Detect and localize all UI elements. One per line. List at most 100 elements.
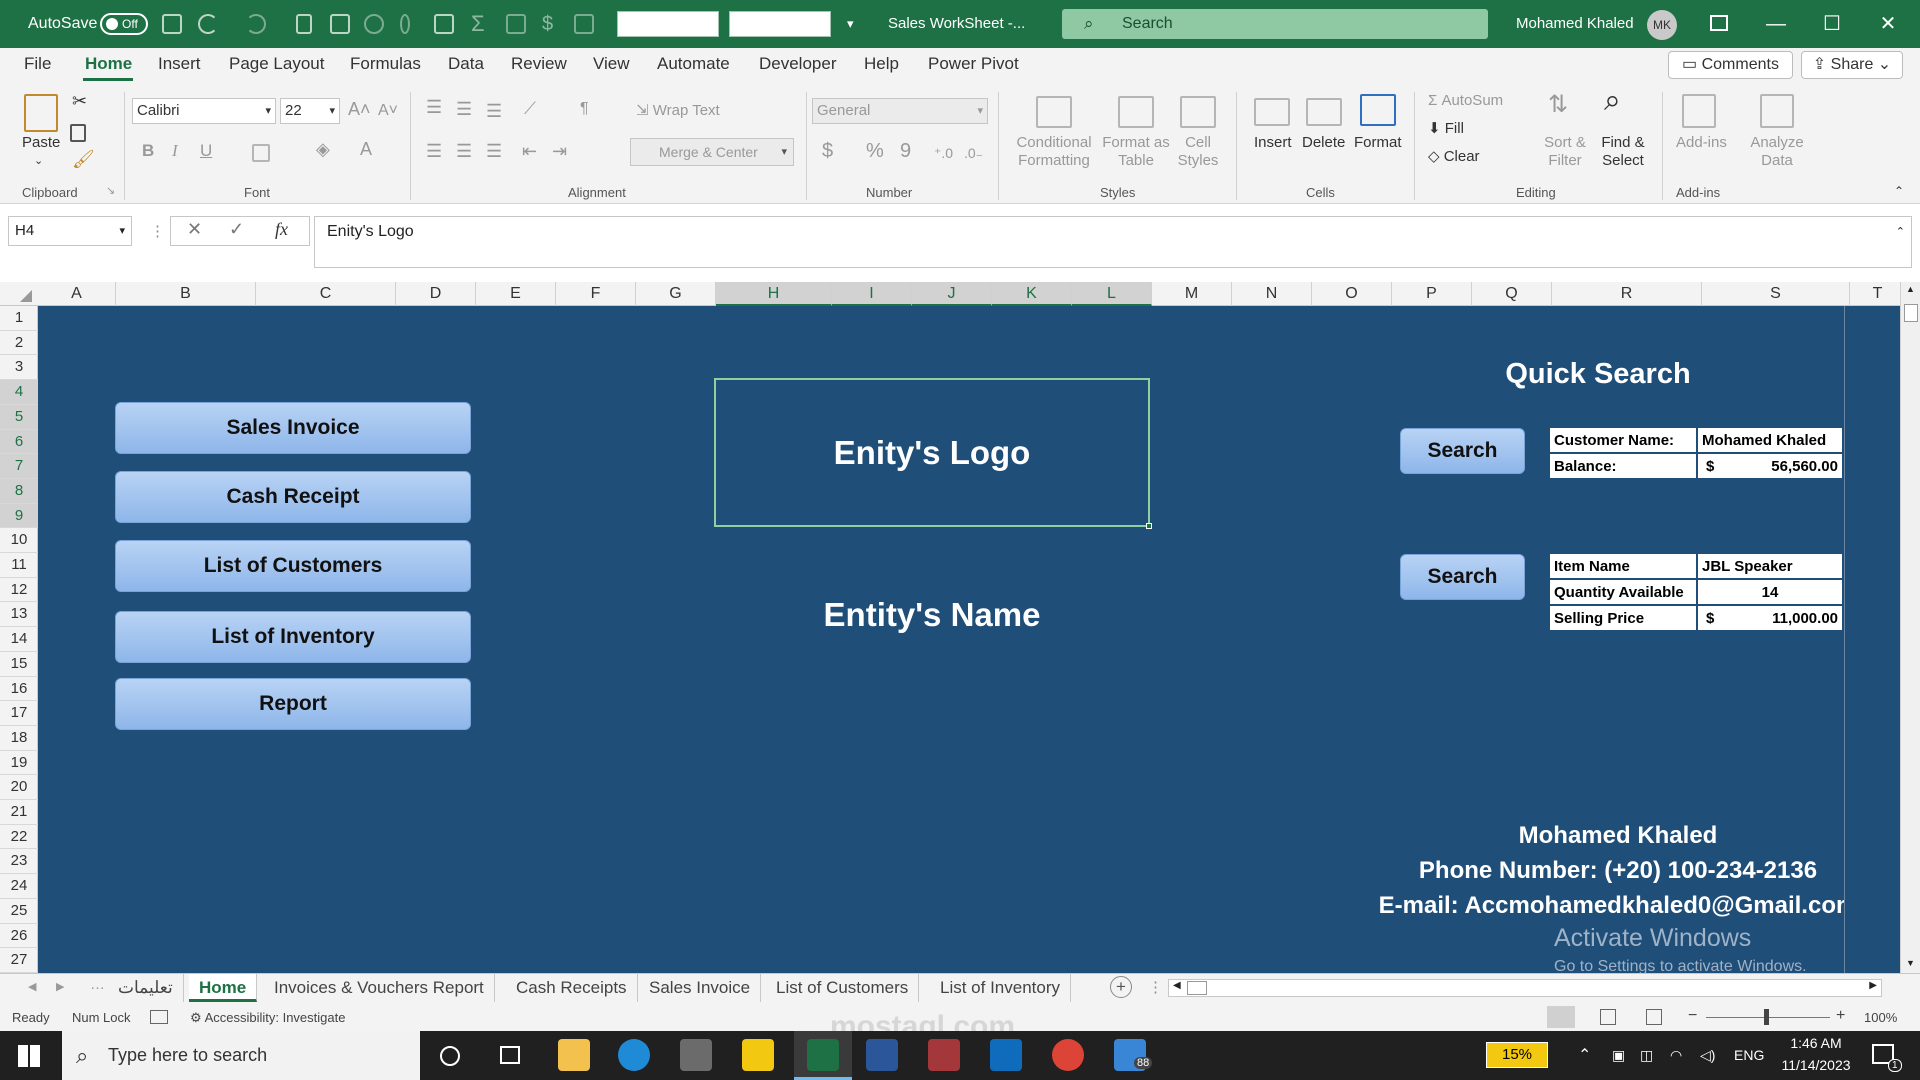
new-file-icon[interactable] bbox=[296, 14, 312, 34]
customer-search-button[interactable]: Search bbox=[1400, 428, 1525, 474]
format-as-table-icon[interactable] bbox=[1118, 96, 1154, 128]
column-header[interactable]: A bbox=[38, 282, 116, 306]
delete-button[interactable]: Delete bbox=[1302, 134, 1345, 152]
horizontal-scrollbar[interactable]: ◀ ▶ bbox=[1168, 979, 1882, 997]
scroll-up-icon[interactable]: ▲ bbox=[1906, 284, 1915, 294]
menu-automate[interactable]: Automate bbox=[657, 54, 730, 74]
column-header[interactable]: Q bbox=[1472, 282, 1552, 306]
row-header[interactable]: 14 bbox=[0, 627, 38, 652]
chevron-down-icon[interactable]: ⌄ bbox=[34, 152, 43, 170]
task-view-icon[interactable] bbox=[500, 1046, 520, 1064]
conditional-formatting-button[interactable]: Conditional Formatting bbox=[1012, 134, 1096, 170]
row-header[interactable]: 16 bbox=[0, 677, 38, 702]
column-header[interactable]: T bbox=[1850, 282, 1906, 306]
sort-filter-icon[interactable]: ⇅ bbox=[1548, 93, 1568, 117]
column-header[interactable]: M bbox=[1152, 282, 1232, 306]
edit-icon[interactable] bbox=[330, 14, 350, 34]
drag-handle-icon[interactable]: ⋮ bbox=[150, 222, 165, 240]
sort-filter-button[interactable]: Sort & Filter bbox=[1540, 134, 1590, 170]
zoom-in-icon[interactable]: + bbox=[1836, 1007, 1845, 1025]
chrome-icon[interactable] bbox=[1052, 1039, 1084, 1071]
qat-box-2[interactable] bbox=[729, 11, 831, 37]
tab-instructions[interactable]: تعليمات bbox=[108, 974, 184, 1002]
autosave-toggle[interactable]: Off bbox=[100, 13, 148, 35]
row-header[interactable]: 25 bbox=[0, 899, 38, 924]
entity-logo-placeholder[interactable]: Enity's Logo bbox=[714, 378, 1150, 527]
column-header[interactable]: G bbox=[636, 282, 716, 306]
list-of-inventory-button[interactable]: List of Inventory bbox=[115, 611, 471, 663]
cut-icon[interactable]: ✂ bbox=[72, 92, 87, 110]
row-header[interactable]: 5 bbox=[0, 404, 38, 430]
scroll-thumb[interactable] bbox=[1904, 304, 1918, 322]
edge-icon[interactable] bbox=[618, 1039, 650, 1071]
row-header[interactable]: 8 bbox=[0, 478, 38, 504]
prev-sheet-icon[interactable]: ◀ bbox=[28, 980, 36, 993]
share-button[interactable]: ⇪ Share ⌄ bbox=[1801, 51, 1903, 79]
tab-sales-invoice[interactable]: Sales Invoice bbox=[639, 974, 762, 1002]
paste-label[interactable]: Paste bbox=[22, 134, 60, 152]
row-header[interactable]: 2 bbox=[0, 331, 38, 356]
tab-list-of-customers[interactable]: List of Customers bbox=[766, 974, 920, 1002]
vertical-scrollbar[interactable]: ▲ ▼ bbox=[1900, 282, 1920, 973]
save-icon[interactable] bbox=[162, 14, 182, 34]
column-header[interactable]: C bbox=[256, 282, 396, 306]
row-header[interactable]: 18 bbox=[0, 726, 38, 751]
sales-invoice-button[interactable]: Sales Invoice bbox=[115, 402, 471, 454]
menu-power-pivot[interactable]: Power Pivot bbox=[928, 54, 1019, 74]
column-header[interactable]: I bbox=[832, 282, 912, 306]
bold-button[interactable]: B bbox=[142, 142, 154, 160]
column-header[interactable]: P bbox=[1392, 282, 1472, 306]
row-header[interactable]: 6 bbox=[0, 429, 38, 455]
row-header[interactable]: 19 bbox=[0, 751, 38, 776]
shrink-font-icon[interactable]: A˅ bbox=[378, 102, 398, 120]
row-header[interactable]: 17 bbox=[0, 701, 38, 726]
grow-font-icon[interactable]: A˄ bbox=[348, 100, 371, 118]
column-header[interactable]: E bbox=[476, 282, 556, 306]
page-layout-view-icon[interactable] bbox=[1600, 1009, 1616, 1025]
record-icon[interactable] bbox=[364, 14, 384, 34]
italic-button[interactable]: I bbox=[172, 142, 178, 160]
column-header[interactable]: R bbox=[1552, 282, 1702, 306]
align-center-icon[interactable]: ☰ bbox=[456, 142, 472, 160]
row-header[interactable]: 22 bbox=[0, 825, 38, 850]
network-icon[interactable]: ◫ bbox=[1640, 1031, 1653, 1080]
fill-handle[interactable] bbox=[1146, 523, 1152, 529]
fill-button[interactable]: ⬇ Fill bbox=[1428, 120, 1464, 138]
file-explorer-icon[interactable] bbox=[558, 1039, 590, 1071]
menu-page-layout[interactable]: Page Layout bbox=[229, 54, 324, 74]
row-header[interactable]: 20 bbox=[0, 775, 38, 801]
column-header[interactable]: B bbox=[116, 282, 256, 306]
increase-decimal-icon[interactable]: ⁺.0 bbox=[934, 144, 953, 162]
access-icon[interactable] bbox=[928, 1039, 960, 1071]
menu-formulas[interactable]: Formulas bbox=[350, 54, 421, 74]
item-name-value[interactable]: JBL Speaker bbox=[1696, 552, 1844, 580]
row-header[interactable]: 9 bbox=[0, 503, 38, 529]
font-color-icon[interactable]: A bbox=[360, 140, 372, 158]
tab-list-of-inventory[interactable]: List of Inventory bbox=[930, 974, 1072, 1002]
accessibility-status[interactable]: ⚙ Accessibility: Investigate bbox=[190, 1010, 345, 1026]
worksheet[interactable]: Sales Invoice Cash Receipt List of Custo… bbox=[38, 306, 1844, 973]
menu-file[interactable]: File bbox=[24, 54, 51, 74]
increase-indent-icon[interactable]: ⇥ bbox=[552, 142, 567, 160]
find-icon[interactable]: ⌕ bbox=[1604, 86, 1621, 116]
taskbar-search[interactable]: ⌕ Type here to search bbox=[62, 1031, 420, 1080]
format-button[interactable]: Format bbox=[1354, 134, 1402, 152]
delete-cells-icon[interactable] bbox=[1306, 98, 1342, 126]
borders-icon[interactable] bbox=[252, 144, 270, 162]
font-name-dropdown[interactable]: Calibri ▾ bbox=[132, 98, 276, 124]
undo-icon[interactable] bbox=[198, 14, 218, 34]
column-header[interactable]: K bbox=[992, 282, 1072, 306]
row-header[interactable]: 13 bbox=[0, 602, 38, 628]
search-bar[interactable]: ⌕ Search bbox=[1062, 9, 1488, 39]
qat-box-1[interactable] bbox=[617, 11, 719, 37]
percent-icon[interactable]: % bbox=[866, 141, 884, 161]
zoom-slider-thumb[interactable] bbox=[1764, 1009, 1769, 1025]
underline-button[interactable]: U bbox=[200, 142, 212, 160]
windows-start-icon[interactable] bbox=[18, 1045, 40, 1067]
addins-button[interactable]: Add-ins bbox=[1676, 134, 1727, 152]
sheet-icon[interactable] bbox=[574, 14, 594, 34]
font-size-dropdown[interactable]: 22 ▾ bbox=[280, 98, 340, 124]
language-indicator[interactable]: ENG bbox=[1734, 1031, 1764, 1080]
row-header[interactable]: 27 bbox=[0, 948, 38, 973]
formula-input[interactable]: Enity's Logo ⌃ bbox=[314, 216, 1912, 268]
